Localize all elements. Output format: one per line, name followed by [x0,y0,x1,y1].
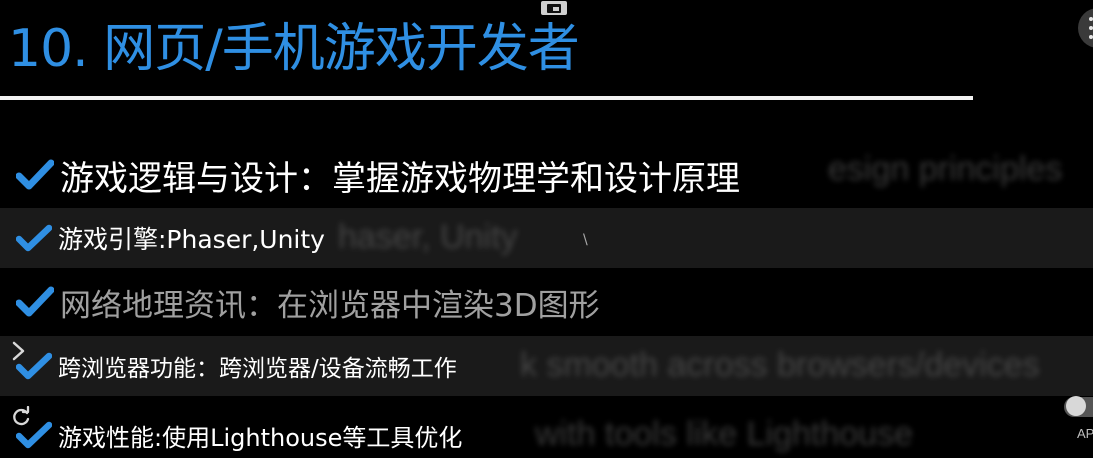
picture-in-picture-icon[interactable] [541,0,567,15]
list-item: 游戏逻辑与设计：掌握游戏物理学和设计原理 [16,148,740,202]
list-item-text: 游戏逻辑与设计：掌握游戏物理学和设计原理 [60,158,740,199]
list-item-text: 游戏引擎:Phaser,Unity [58,225,325,254]
more-options-icon[interactable] [1078,8,1093,48]
list-item: 网络地理资讯：在浏览器中渲染3D图形 [16,276,600,328]
list-item-text: 游戏性能:使用Lighthouse等工具优化 [58,423,463,452]
corner-label: AP [1077,426,1093,441]
ghost-caption: haser, Unity [338,218,518,256]
refresh-icon[interactable] [10,405,32,432]
list-item: 游戏引擎:Phaser,Unity [16,216,325,260]
list-item-text: 网络地理资讯：在浏览器中渲染3D图形 [60,287,600,324]
ghost-caption: with tools like Lighthouse [535,415,914,453]
checkmark-icon [16,286,54,317]
stray-mark: \ [583,232,588,248]
ghost-caption: esign principles [828,150,1063,188]
toggle-knob[interactable] [1066,396,1086,416]
checkmark-icon [16,224,52,252]
ghost-caption: k smooth across browsers/devices [520,346,1040,384]
slide-title: 10. 网页/手机游戏开发者 [8,19,580,79]
list-item-text: 跨浏览器功能：跨浏览器/设备流畅工作 [58,356,457,382]
checkmark-icon [16,159,54,190]
list-item: 跨浏览器功能：跨浏览器/设备流畅工作 [16,344,457,388]
list-item: 游戏性能:使用Lighthouse等工具优化 [16,414,462,456]
chevron-right-icon[interactable] [10,340,28,366]
title-underline [0,96,973,100]
